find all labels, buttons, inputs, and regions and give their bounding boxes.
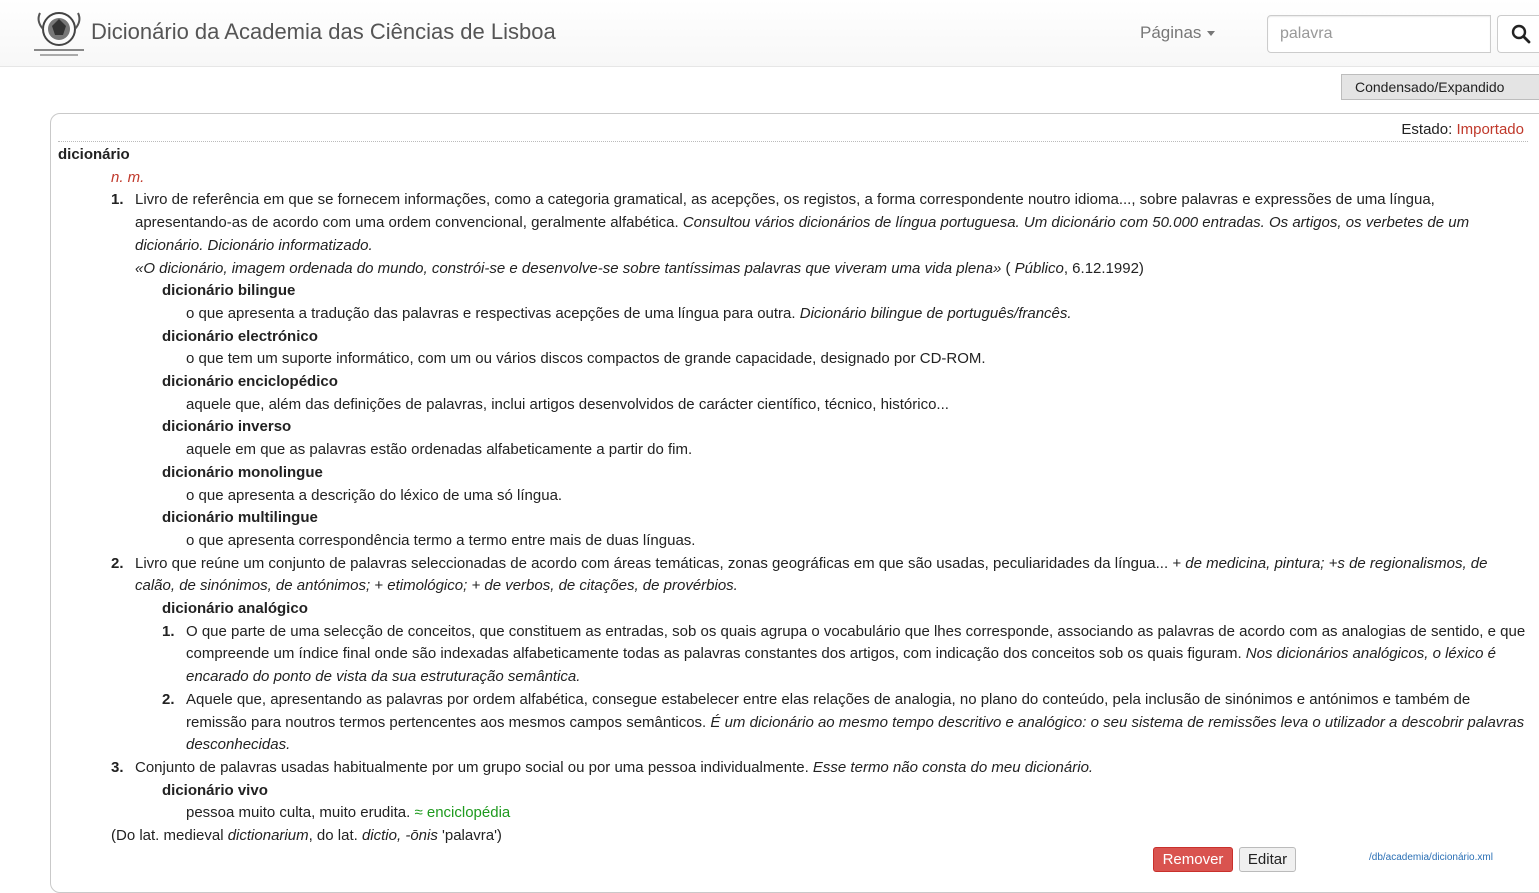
- subentry-term: dicionário multilingue: [162, 509, 318, 527]
- etym-text: (Do lat. medieval: [111, 827, 228, 845]
- sense: 1. Livro de referência em que se fornece…: [58, 189, 1528, 257]
- sense-number: 1.: [111, 191, 124, 209]
- subentry-term: dicionário vivo: [162, 781, 268, 799]
- synonym-link[interactable]: ≈ enciclopédia: [414, 804, 510, 821]
- subentry-term: dicionário enciclopédico: [162, 373, 338, 391]
- subentry-definition: o que apresenta correspondência termo a …: [186, 531, 696, 549]
- academy-logo[interactable]: [30, 7, 88, 61]
- quote-source: Público: [1014, 259, 1064, 277]
- subentry-term: dicionário monolingue: [162, 463, 323, 481]
- sense: 3. Conjunto de palavras usadas habitualm…: [58, 757, 1528, 780]
- search-button[interactable]: [1497, 15, 1539, 53]
- subentry-definition: o que apresenta a descrição do léxico de…: [186, 486, 563, 504]
- caret-down-icon: [1207, 31, 1216, 37]
- headword: dicionário: [58, 146, 130, 163]
- edit-button[interactable]: Editar: [1239, 847, 1296, 872]
- subsense-number: 1.: [162, 622, 175, 640]
- subentry-term: dicionário electrónico: [162, 327, 318, 345]
- sense-definition: Livro que reúne um conjunto de palavras …: [135, 554, 1173, 572]
- subentry-example: Dicionário bilingue de português/francês…: [799, 304, 1072, 322]
- condensed-expanded-toggle[interactable]: Condensado/Expandido: [1341, 74, 1539, 100]
- sense-definition: Conjunto de palavras usadas habitualment…: [135, 758, 813, 776]
- subentry-definition: o que tem um suporte informático, com um…: [186, 350, 986, 368]
- sense-text: Livro que reúne um conjunto de palavras …: [135, 553, 1505, 598]
- etym-text: 'palavra'): [437, 827, 502, 845]
- quote-source-open: (: [1001, 259, 1015, 277]
- remove-button[interactable]: Remover: [1153, 847, 1233, 872]
- entry-content: dicionário n. m. 1. Livro de referência …: [58, 144, 1528, 848]
- etym-word: dictionarium: [227, 827, 309, 845]
- subentry-def-text: o que apresenta a tradução das palavras …: [186, 304, 800, 322]
- etym-text: , do lat.: [308, 827, 362, 845]
- divider: [58, 141, 1528, 142]
- app-title[interactable]: Dicionário da Academia das Ciências de L…: [91, 19, 556, 45]
- pages-dropdown[interactable]: Páginas: [1140, 23, 1216, 43]
- subsense: 2. Aquele que, apresentando as palavras …: [58, 689, 1528, 757]
- sense-text: Conjunto de palavras usadas habitualment…: [135, 757, 1505, 780]
- status-value: Importado: [1456, 121, 1524, 138]
- subentry-definition: aquele em que as palavras estão ordenada…: [186, 441, 693, 459]
- sense-text: Livro de referência em que se fornecem i…: [135, 189, 1495, 257]
- subentry-term: dicionário inverso: [162, 418, 292, 436]
- search-input[interactable]: [1267, 15, 1491, 53]
- part-of-speech: n. m.: [111, 168, 145, 186]
- status-label: Estado:: [1401, 121, 1453, 138]
- subsense-text: Aquele que, apresentando as palavras por…: [186, 689, 1528, 757]
- xml-path-link[interactable]: /db/academia/dicionário.xml: [1369, 852, 1493, 863]
- sense-example: Esse termo não consta do meu dicionário.: [812, 758, 1094, 776]
- etym-word: dictio, -ōnis: [361, 827, 438, 845]
- quote-text: «O dicionário, imagem ordenada do mundo,…: [135, 259, 1002, 277]
- navbar: Dicionário da Academia das Ciências de L…: [0, 0, 1539, 67]
- subsense-text: O que parte de uma selecção de conceitos…: [186, 621, 1526, 689]
- status-indicator: Estado: Importado: [1401, 121, 1524, 138]
- quote: «O dicionário, imagem ordenada do mundo,…: [58, 258, 1528, 281]
- etymology: (Do lat. medieval dictionarium, do lat. …: [58, 825, 1528, 848]
- subentry-definition: pessoa muito culta, muito erudita. ≈ enc…: [58, 802, 1528, 825]
- search-icon: [1511, 24, 1531, 44]
- subentry-def-text: pessoa muito culta, muito erudita.: [186, 804, 415, 822]
- sense-number: 3.: [111, 758, 124, 776]
- quote-date: , 6.12.1992): [1063, 259, 1144, 277]
- subentry-term: dicionário analógico: [162, 600, 308, 618]
- sense-number: 2.: [111, 554, 124, 572]
- subsense-number: 2.: [162, 690, 175, 708]
- subentry-definition: o que apresenta a tradução das palavras …: [58, 303, 1528, 326]
- subentry-term: dicionário bilingue: [162, 282, 296, 300]
- sense: 2. Livro que reúne um conjunto de palavr…: [58, 553, 1528, 598]
- subentry-definition: aquele que, além das definições de palav…: [186, 395, 949, 413]
- pages-label: Páginas: [1140, 23, 1202, 42]
- subsense: 1. O que parte de uma selecção de concei…: [58, 621, 1528, 689]
